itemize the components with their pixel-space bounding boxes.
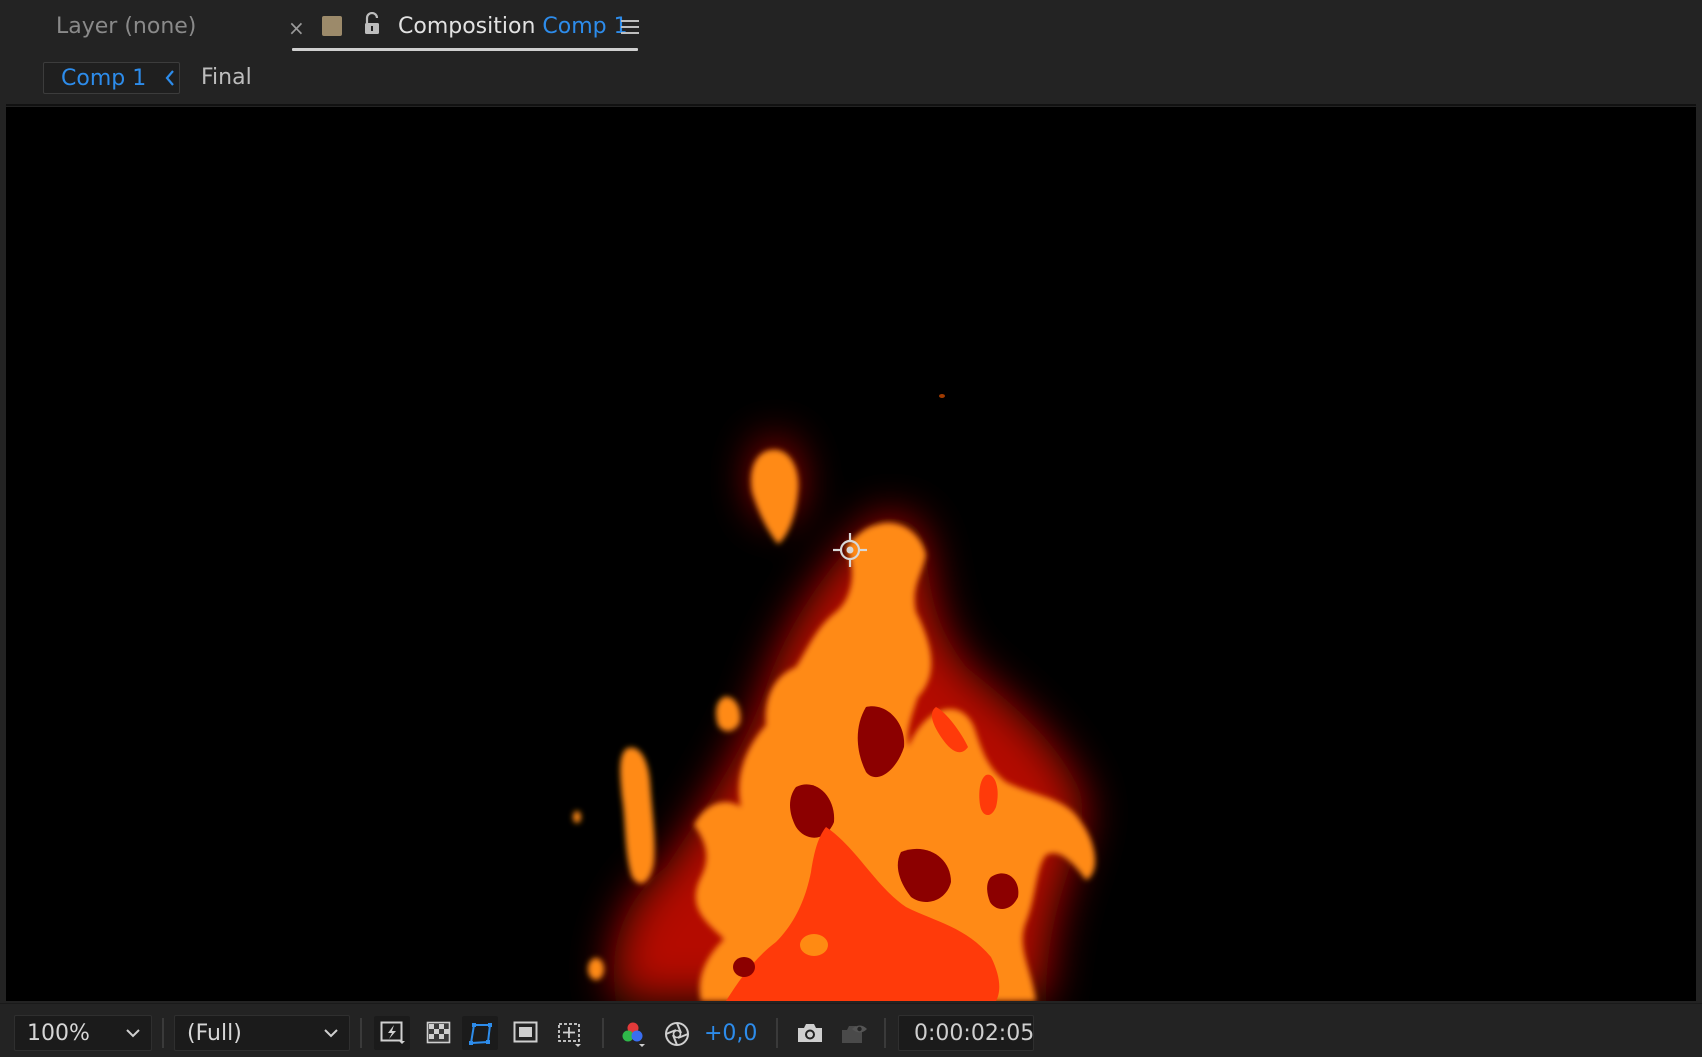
- anchor-point-icon[interactable]: [831, 531, 869, 569]
- breadcrumb-active-label: Comp 1: [61, 66, 147, 91]
- active-tab-indicator: [292, 48, 638, 51]
- fast-previews-icon[interactable]: [374, 1016, 410, 1050]
- unlock-icon[interactable]: [362, 11, 382, 36]
- toolbar-divider: [884, 1018, 886, 1048]
- current-time-display[interactable]: 0:00:02:05: [898, 1015, 1034, 1051]
- composition-viewer[interactable]: [6, 107, 1696, 1001]
- grid-guides-icon[interactable]: [550, 1016, 586, 1050]
- close-tab-icon[interactable]: ×: [288, 16, 305, 40]
- tab-composition-prefix: Composition: [398, 14, 536, 39]
- toolbar-divider: [602, 1018, 604, 1048]
- breadcrumb-comp-1[interactable]: Comp 1: [43, 62, 180, 94]
- composition-panel: Layer (none) × CompositionComp 1 Comp 1: [0, 0, 1702, 1057]
- region-of-interest-icon[interactable]: [507, 1016, 543, 1050]
- timecode-value: 0:00:02:05: [914, 1021, 1035, 1046]
- show-channel-icon[interactable]: [614, 1016, 650, 1050]
- panel-menu-icon[interactable]: [620, 18, 640, 36]
- magnification-dropdown[interactable]: 100%: [14, 1015, 152, 1051]
- breadcrumb-final[interactable]: Final: [201, 65, 252, 90]
- panel-tab-bar: Layer (none) × Composition Comp 1: [0, 0, 1702, 56]
- toolbar-divider: [360, 1018, 362, 1048]
- tab-composition-name: Comp 1: [542, 14, 628, 39]
- transparency-grid-icon[interactable]: [420, 1016, 456, 1050]
- panel-divider: [6, 104, 1696, 106]
- toolbar-divider: [776, 1018, 778, 1048]
- chevron-down-icon: [324, 1029, 338, 1038]
- mask-path-visibility-icon[interactable]: [462, 1016, 498, 1050]
- resolution-value: (Full): [187, 1021, 242, 1046]
- composition-navigator: Comp 1 Final: [0, 58, 1702, 102]
- label-color-swatch: [322, 16, 342, 36]
- reset-exposure-icon[interactable]: [658, 1016, 694, 1050]
- resolution-dropdown[interactable]: (Full): [174, 1015, 350, 1051]
- exposure-value[interactable]: +0,0: [704, 1021, 757, 1046]
- tab-layer-panel[interactable]: Layer (none): [56, 14, 196, 39]
- show-snapshot-icon[interactable]: [834, 1016, 870, 1050]
- chevron-down-icon: [126, 1029, 140, 1038]
- snapshot-camera-icon[interactable]: [790, 1016, 826, 1050]
- magnification-value: 100%: [27, 1021, 90, 1046]
- tab-composition[interactable]: Composition Comp 1: [398, 14, 628, 39]
- toolbar-divider: [162, 1018, 164, 1048]
- viewer-toolbar: 100% (Full) +0,0 0:00:02:05: [0, 1003, 1702, 1057]
- chevron-left-icon: [163, 69, 177, 87]
